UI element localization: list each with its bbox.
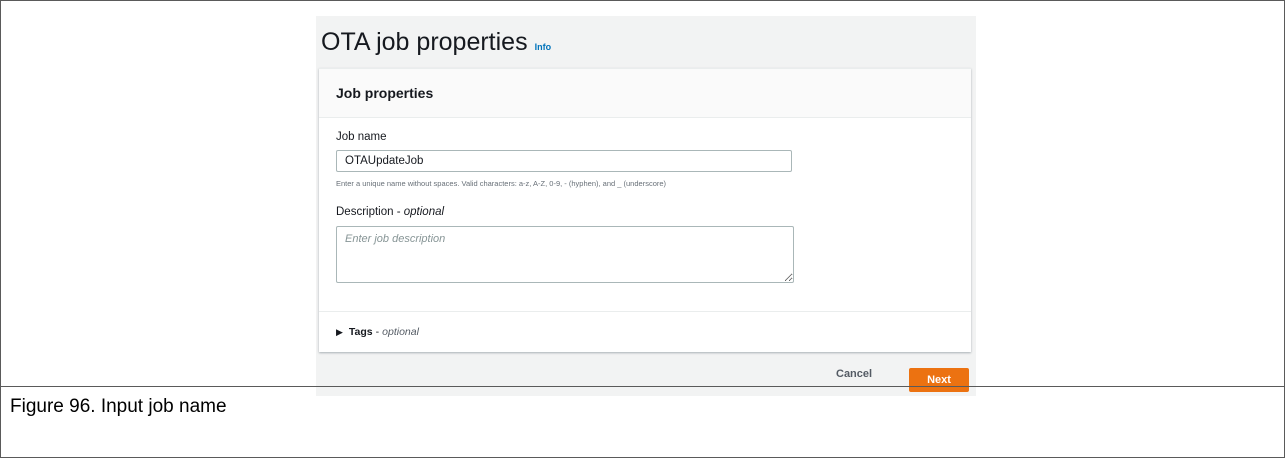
tags-label: Tags <box>348 326 373 338</box>
next-button[interactable]: Next <box>909 368 969 392</box>
tags-separator: - <box>375 326 380 338</box>
job-name-label: Job name <box>336 131 387 143</box>
page-header: OTA job properties Info <box>321 28 551 57</box>
job-properties-panel: Job properties Job name Enter a unique n… <box>319 68 971 352</box>
info-link[interactable]: Info <box>535 42 552 52</box>
page-title: OTA job properties <box>321 28 528 56</box>
job-name-input[interactable] <box>336 150 792 172</box>
caret-right-icon: ▶ <box>336 326 343 337</box>
description-label: Description - optional <box>336 206 444 218</box>
description-label-separator: - <box>393 206 404 218</box>
figure-caption: Figure 96. Input job name <box>10 396 227 417</box>
panel-header: Job properties <box>319 69 971 118</box>
description-label-text: Description <box>336 206 394 218</box>
figure-frame: OTA job properties Info Job properties J… <box>0 0 1285 458</box>
description-optional: optional <box>403 206 445 218</box>
tags-expander[interactable]: ▶ Tags - optional <box>336 326 419 338</box>
description-textarea[interactable] <box>336 226 794 283</box>
screenshot-area: OTA job properties Info Job properties J… <box>316 16 976 396</box>
divider <box>319 311 971 312</box>
caption-divider <box>1 386 1284 387</box>
tags-optional: optional <box>382 326 419 338</box>
panel-title: Job properties <box>336 85 434 101</box>
cancel-button[interactable]: Cancel <box>836 368 872 380</box>
job-name-hint: Enter a unique name without spaces. Vali… <box>336 179 667 188</box>
